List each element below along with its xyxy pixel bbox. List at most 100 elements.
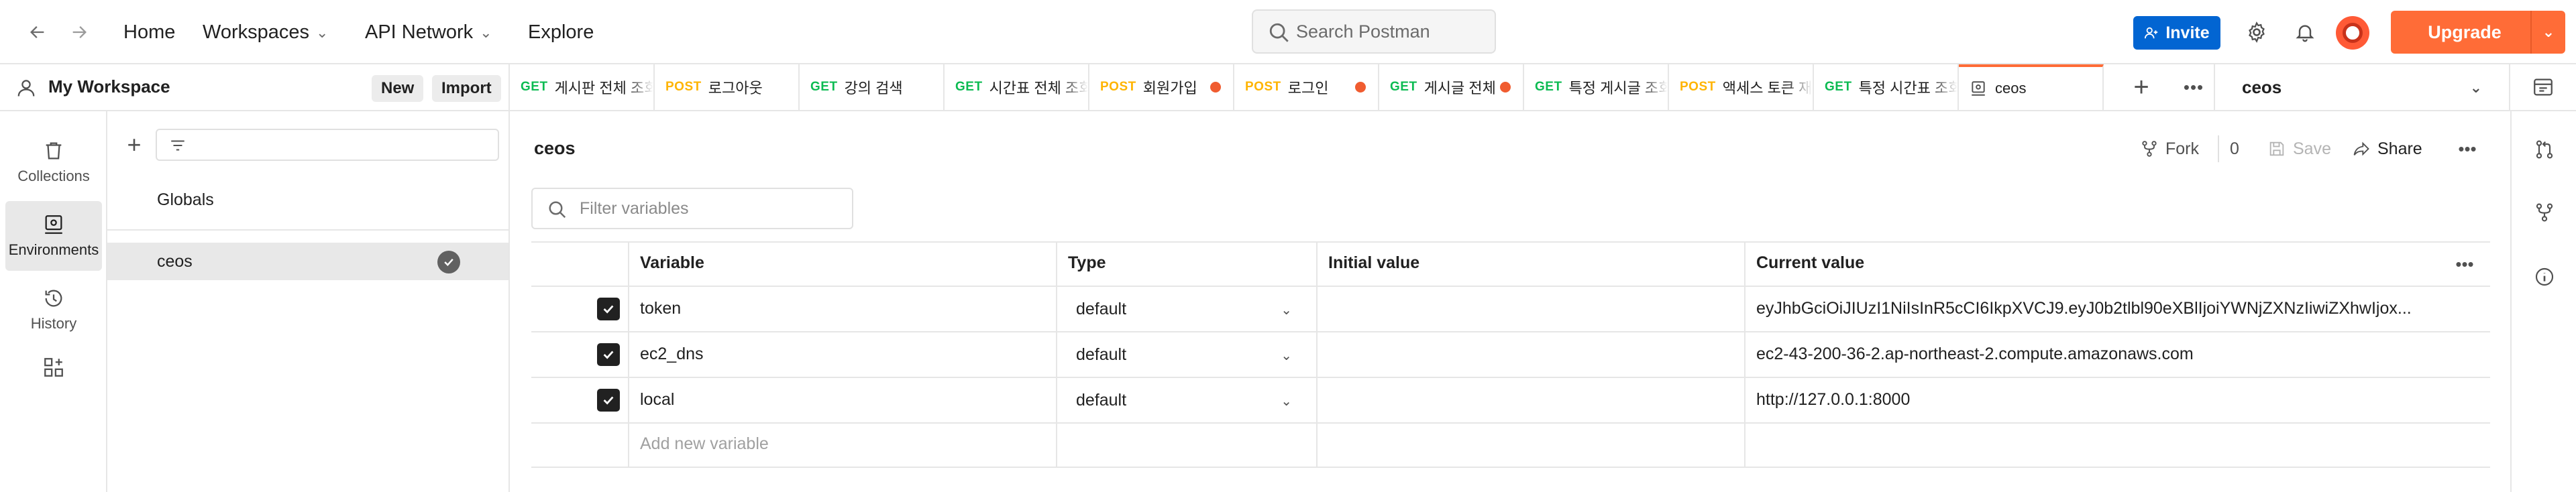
sidebar-item-label: Environments [8, 241, 99, 258]
tab-get-lecture-search[interactable]: GET 강의 검색 [800, 64, 945, 110]
table-divider [531, 241, 2490, 243]
invite-label: Invite [2165, 23, 2210, 42]
environment-icon [45, 215, 62, 234]
chevron-down-icon[interactable]: ⌄ [2532, 23, 2565, 41]
row-enabled-checkbox[interactable] [597, 298, 620, 320]
nav-api-network-label: API Network [365, 21, 474, 43]
request-tab-strip: GET 게시판 전체 조회 POST 로그아웃 GET 강의 검색 GET 시간표 전체… [510, 64, 2576, 111]
user-avatar[interactable] [2336, 16, 2369, 50]
tab-post-token-refresh[interactable]: POST액세스 토큰 재발급 [1669, 64, 1814, 110]
variable-name-cell[interactable]: local [640, 390, 674, 410]
table-divider [531, 422, 2490, 424]
type-select[interactable]: default ⌄ [1057, 332, 1312, 377]
column-divider [628, 241, 629, 468]
tab-post-login[interactable]: POST 로그인 [1234, 64, 1379, 110]
new-tab-plus-icon[interactable]: + [2128, 72, 2155, 102]
fork-button[interactable]: Fork [2140, 135, 2199, 162]
method-badge: GET [955, 80, 983, 94]
fork-icon [2142, 141, 2157, 157]
sidebar-item-environments[interactable]: Environments [5, 201, 102, 271]
sidebar-rail: Collections Environments History [0, 111, 107, 492]
variable-name-cell[interactable]: ec2_dns [640, 345, 704, 364]
tab-environment-ceos[interactable]: ceos [1959, 64, 2104, 110]
nav-workspaces[interactable]: Workspaces ⌄ [203, 19, 328, 46]
nav-api-network[interactable]: API Network ⌄ [365, 19, 492, 46]
column-divider [1744, 241, 1746, 468]
type-select[interactable]: default ⌄ [1057, 287, 1312, 331]
configure-sidebar-icon[interactable] [5, 342, 102, 393]
tab-overflow-more-icon[interactable]: ••• [2180, 74, 2207, 101]
forward-arrow-icon[interactable] [66, 19, 93, 46]
tab-post-logout[interactable]: POST 로그아웃 [655, 64, 800, 110]
chevron-down-icon: ⌄ [480, 24, 492, 42]
tab-get-post-list[interactable]: GET 게시글 전체 [1379, 64, 1524, 110]
invite-button[interactable]: Invite [2133, 16, 2220, 50]
current-value-cell[interactable]: eyJhbGciOiJIUzI1NiIsInR5cCI6IkpXVCJ9.eyJ… [1756, 299, 2427, 318]
more-actions-icon[interactable]: ••• [2454, 135, 2481, 162]
tab-fade [627, 64, 653, 110]
new-button[interactable]: New [372, 75, 424, 102]
environment-filter-input[interactable] [156, 129, 499, 161]
environment-selector[interactable]: ceos ⌄ [2214, 64, 2509, 110]
user-icon [17, 80, 35, 97]
save-button[interactable]: Save [2267, 135, 2331, 162]
tab-title: 회원가입 [1142, 80, 1197, 97]
table-divider [531, 331, 2490, 332]
row-enabled-checkbox[interactable] [597, 389, 620, 412]
upgrade-button[interactable]: Upgrade ⌄ [2391, 11, 2565, 54]
unsaved-dot-icon [1355, 82, 1366, 93]
bell-icon[interactable] [2292, 19, 2318, 46]
fork-label: Fork [2165, 139, 2199, 158]
column-header-current-value: Current value [1756, 253, 1865, 272]
share-button[interactable]: Share [2352, 135, 2422, 162]
info-icon[interactable] [2532, 264, 2557, 290]
environment-quick-look-icon[interactable] [2509, 64, 2576, 110]
chevron-down-icon: ⌄ [2469, 79, 2482, 96]
tab-get-timetable-list[interactable]: GET 시간표 전체 조회 [945, 64, 1089, 110]
environment-item-globals[interactable]: Globals [107, 181, 508, 219]
type-select-value: default [1076, 345, 1127, 364]
current-value-cell[interactable]: http://127.0.0.1:8000 [1756, 390, 1910, 410]
nav-explore[interactable]: Explore [528, 19, 594, 46]
create-environment-plus-icon[interactable]: + [121, 131, 148, 158]
sidebar-item-collections[interactable]: Collections [5, 127, 102, 197]
right-sidebar-rail [2510, 111, 2576, 492]
tab-get-post-detail[interactable]: GET 특정 게시글 조회 [1524, 64, 1669, 110]
tab-title: 로그아웃 [708, 80, 763, 97]
tab-fade [1061, 64, 1088, 110]
back-arrow-icon[interactable] [24, 19, 51, 46]
type-select[interactable]: default ⌄ [1057, 378, 1312, 422]
column-divider [1316, 241, 1318, 468]
variable-name-cell[interactable]: token [640, 299, 681, 318]
search-icon [1269, 23, 1289, 42]
search-icon [549, 201, 566, 219]
sidebar-item-history[interactable]: History [5, 275, 102, 345]
nav-home[interactable]: Home [123, 19, 175, 46]
sidebar-item-label: Collections [17, 168, 90, 184]
tab-get-board-list[interactable]: GET 게시판 전체 조회 [510, 64, 655, 110]
filter-variables-input[interactable]: Filter variables [531, 188, 853, 229]
tab-post-signup[interactable]: POST 회원가입 [1089, 64, 1234, 110]
workspace-name[interactable]: My Workspace [48, 76, 170, 97]
global-search-input[interactable]: Search Postman [1252, 9, 1496, 54]
table-options-more-icon[interactable]: ••• [2451, 251, 2478, 278]
method-badge: GET [1390, 80, 1417, 94]
tab-fade [1786, 64, 1813, 110]
chevron-down-icon: ⌄ [1281, 303, 1292, 318]
active-checkmark-icon[interactable] [437, 251, 460, 273]
import-button[interactable]: Import [432, 75, 501, 102]
settings-gear-icon[interactable] [2243, 19, 2270, 46]
environment-title[interactable]: ceos [534, 138, 576, 159]
workspace-header: My Workspace New Import [0, 64, 510, 111]
row-enabled-checkbox[interactable] [597, 343, 620, 366]
column-header-initial-value: Initial value [1328, 253, 1420, 272]
pull-request-icon[interactable] [2532, 137, 2557, 162]
share-arrow-icon [2353, 141, 2369, 156]
tab-get-timetable-detail[interactable]: GET 특정 시간표 조회 [1814, 64, 1959, 110]
environment-item-ceos[interactable]: ceos [107, 243, 508, 280]
fork-icon[interactable] [2532, 200, 2557, 225]
add-new-variable-input[interactable]: Add new variable [640, 434, 769, 454]
current-value-cell[interactable]: ec2-43-200-36-2.ap-northeast-2.compute.a… [1756, 345, 2194, 364]
tab-title: ceos [1995, 80, 2027, 97]
type-select-value: default [1076, 299, 1127, 318]
